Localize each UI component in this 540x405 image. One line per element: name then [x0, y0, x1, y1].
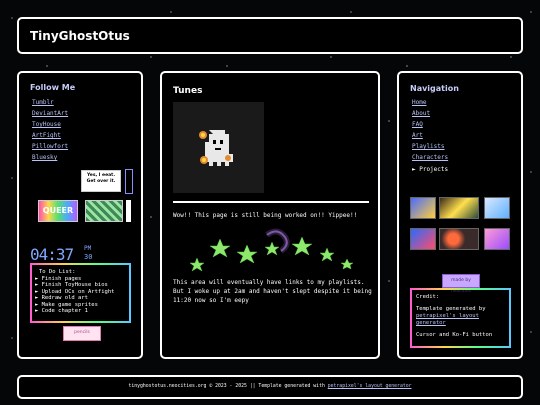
pencils-sticker-text: pencils — [74, 330, 90, 335]
nav-link-characters[interactable]: Characters — [412, 154, 448, 161]
follow-me-heading: Follow Me — [30, 83, 76, 92]
stamp-green-pattern — [85, 200, 123, 222]
site-header: TinyGhostOtus — [17, 17, 523, 54]
clock-time: 04:37 — [30, 245, 74, 264]
left-sidebar: Follow Me Tumblr DeviantArt ToyHouse Art… — [17, 71, 143, 359]
credit-generator-link[interactable]: petrapixel's layout generator — [416, 313, 479, 326]
ghost-sprite-art — [199, 130, 233, 166]
stars-decoration — [189, 228, 354, 272]
nav-link-about[interactable]: About — [412, 110, 430, 117]
nav-projects-toggle[interactable]: ► Projects — [412, 166, 448, 173]
social-link-artfight[interactable]: ArtFight — [32, 132, 61, 139]
nav-link-faq[interactable]: FAQ — [412, 121, 423, 128]
wip-notice: Wow!! This page is still being worked on… — [173, 212, 358, 219]
digital-clock: 04:37 PM 30 — [30, 245, 92, 264]
character-thumbnail[interactable] — [439, 197, 479, 219]
character-thumbnail[interactable] — [410, 197, 436, 219]
social-link-deviantart[interactable]: DeviantArt — [32, 110, 68, 117]
stamp-queer-text: QUEER — [42, 206, 74, 215]
stamp-side-strip — [126, 200, 131, 222]
playlists-paragraph: This area will eventually have links to … — [173, 279, 372, 304]
stamp-yes-i-eat-text: Yes, I eeat. Get over it. — [86, 173, 116, 184]
todo-list-box: To Do List: ► Finish pages ► Finish ToyH… — [30, 263, 131, 323]
credit-extra: Cursor and Ko-Fi button — [416, 332, 493, 338]
nav-link-playlists[interactable]: Playlists — [412, 143, 445, 150]
stamp-yes-i-eat: Yes, I eeat. Get over it. — [81, 170, 121, 192]
social-link-toyhouse[interactable]: ToyHouse — [32, 121, 61, 128]
main-content: Tunes Wow!! This page is still being wor… — [160, 71, 380, 359]
todo-item: ► Code chapter 1 — [35, 308, 88, 314]
character-thumbnail[interactable] — [439, 228, 479, 250]
character-thumbnail[interactable] — [484, 197, 510, 219]
clock-seconds: 30 — [84, 253, 93, 261]
site-title[interactable]: TinyGhostOtus — [30, 29, 130, 43]
character-thumbnail[interactable] — [410, 228, 436, 250]
credit-box: Credit: Template generated by petrapixel… — [410, 288, 511, 348]
social-link-pillowfort[interactable]: Pillowfort — [32, 143, 68, 150]
stamp-vertical-banner — [125, 169, 133, 194]
credit-title: Credit: — [416, 294, 440, 300]
ghost-sprite-image — [173, 102, 264, 193]
made-by-neocities-badge[interactable]: made by neocities — [442, 274, 480, 294]
right-sidebar: Navigation Home About FAQ Art Playlists … — [397, 71, 523, 359]
credit-text: Template generated by — [416, 306, 486, 312]
social-link-tumblr[interactable]: Tumblr — [32, 99, 54, 106]
clock-ampm: PM — [84, 245, 92, 252]
divider — [173, 201, 369, 203]
footer-generator-link[interactable]: petrapixel's layout generator — [328, 384, 412, 389]
navigation-heading: Navigation — [410, 84, 459, 93]
page-title: Tunes — [173, 86, 203, 96]
footer-text: tinyghostotus.neocities.org © 2023 - 202… — [128, 384, 325, 389]
site-footer: tinyghostotus.neocities.org © 2023 - 202… — [17, 375, 523, 399]
pencils-sticker: pencils — [63, 326, 101, 341]
footer-line: tinyghostotus.neocities.org © 2023 - 202… — [19, 384, 521, 389]
nav-link-art[interactable]: Art — [412, 132, 423, 139]
stamp-queer: QUEER — [38, 200, 78, 222]
social-link-bluesky[interactable]: Bluesky — [32, 154, 57, 161]
character-thumbnail[interactable] — [484, 228, 510, 250]
nav-link-home[interactable]: Home — [412, 99, 426, 106]
